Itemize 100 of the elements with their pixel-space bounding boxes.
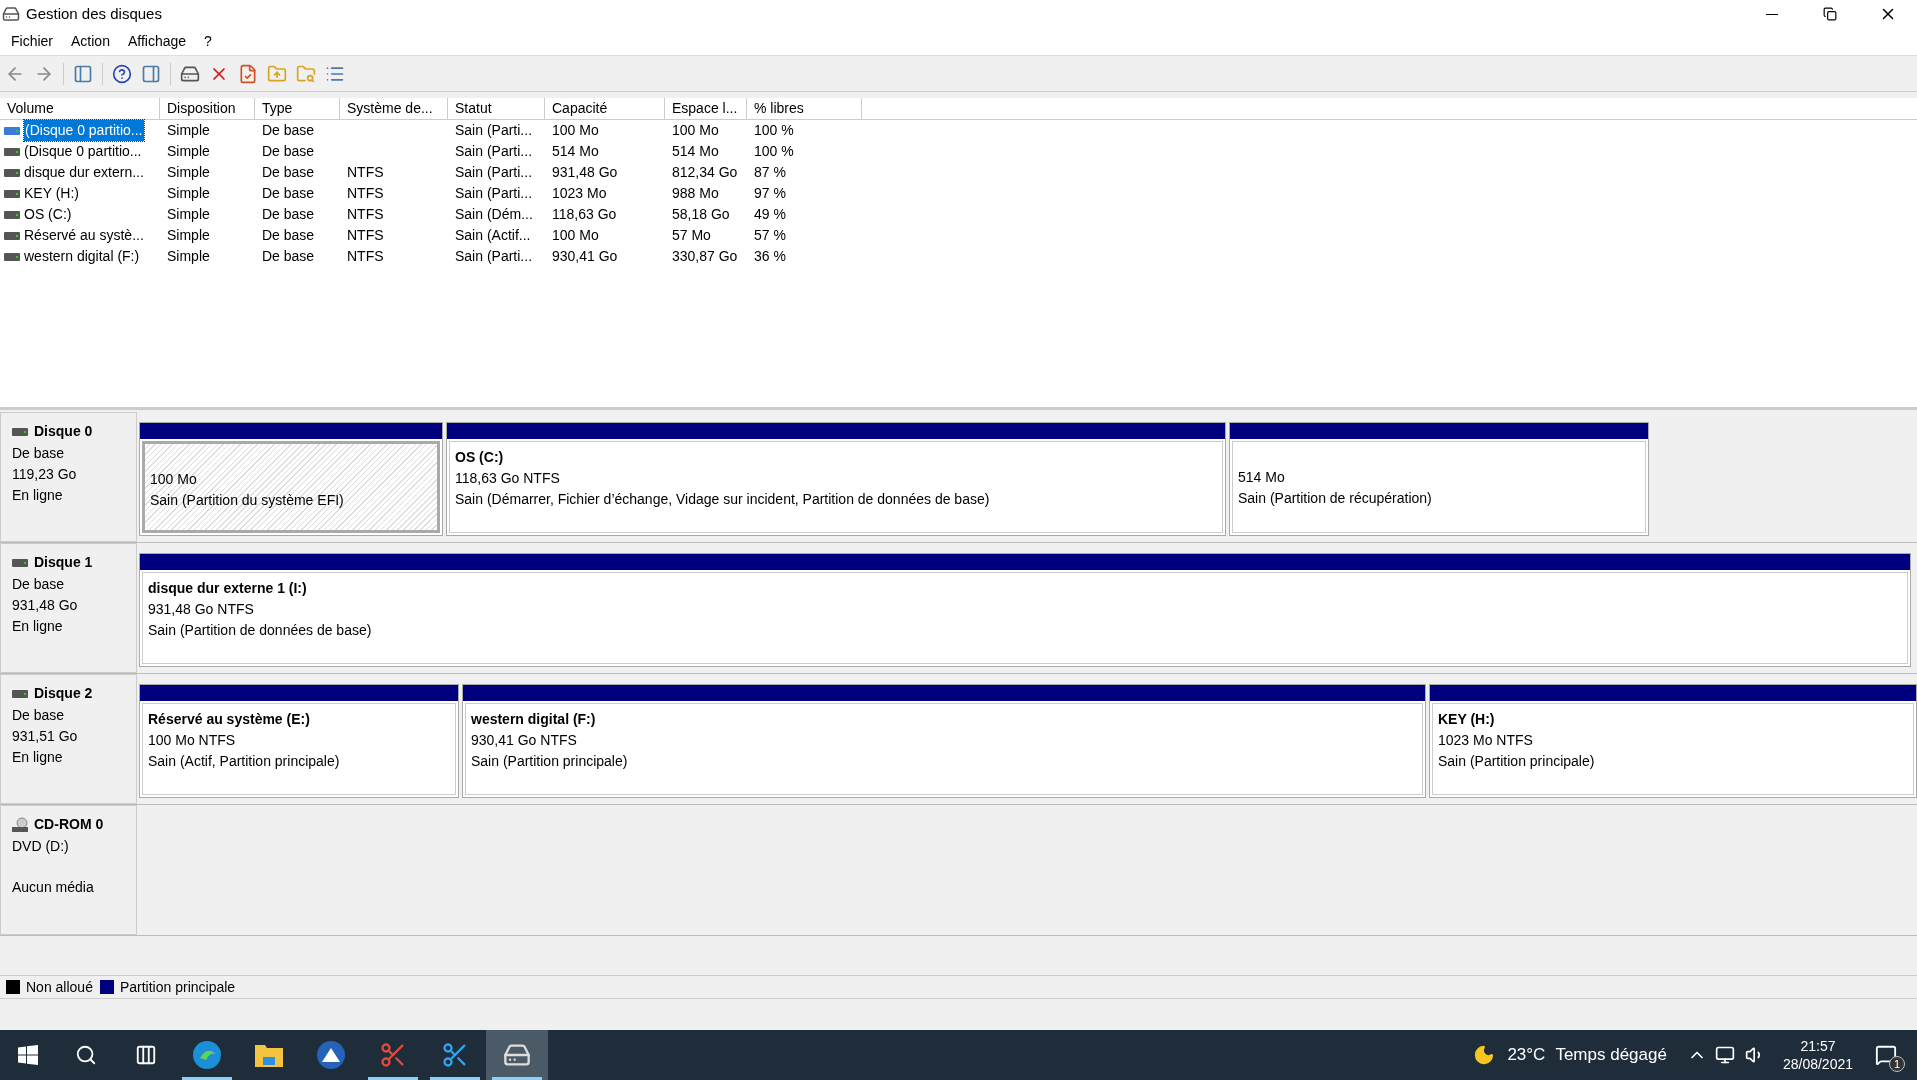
- table-row[interactable]: (Disque 0 partitio... Simple De base Sain (Parti... 100 Mo 100 Mo 100 %: [0, 120, 1917, 141]
- table-cell-text: Simple: [167, 184, 210, 203]
- partition-size: 100 Mo: [150, 470, 198, 489]
- table-cell-text: NTFS: [347, 247, 384, 266]
- table-cell-text: De base: [262, 247, 315, 266]
- table-row[interactable]: disque dur extern... Simple De base NTFS Sain (Parti... 931,48 Go 812,34 Go 87 %: [0, 162, 1917, 183]
- disk-size: 931,51 Go: [12, 727, 79, 746]
- partition-block[interactable]: Réservé au système (E:) 100 Mo NTFS Sain (Actif, Partition principale): [139, 684, 459, 798]
- partition-name: western digital (F:): [471, 710, 597, 729]
- column-header[interactable]: Type: [255, 98, 340, 119]
- partition-status: Sain (Partition du système EFI): [150, 491, 345, 510]
- partition-status: Sain (Partition de données de base): [148, 621, 373, 640]
- menu-item[interactable]: Fichier: [2, 31, 62, 52]
- folder-search-icon: [296, 63, 316, 84]
- table-cell-text: De base: [262, 205, 315, 224]
- partition-block[interactable]: 100 Mo Sain (Partition du système EFI): [139, 422, 443, 536]
- partition-size: 118,63 Go NTFS: [455, 469, 561, 488]
- weather-label: Temps dégagé: [1555, 1044, 1667, 1067]
- table-cell-text: disque dur extern...: [24, 163, 144, 182]
- column-header[interactable]: % libres: [747, 98, 862, 119]
- table-cell-text: 100 Mo: [672, 121, 719, 140]
- table-cell-text: 100 Mo: [552, 121, 599, 140]
- disk-name: Disque 0: [34, 422, 93, 441]
- column-header[interactable]: Statut: [448, 98, 545, 119]
- table-row[interactable]: Réservé au systè... Simple De base NTFS Sain (Actif... 100 Mo 57 Mo 57 %: [0, 225, 1917, 246]
- table-cell-text: Simple: [167, 226, 210, 245]
- column-header[interactable]: Capacité: [545, 98, 665, 119]
- disk-label-panel[interactable]: Disque 1 De base 931,48 Go En ligne: [0, 543, 137, 673]
- disk-size: 931,48 Go: [12, 596, 79, 615]
- restore-icon: [1823, 7, 1837, 21]
- disk-label-panel[interactable]: CD-ROM 0 DVD (D:) Aucun média: [0, 805, 137, 935]
- table-row[interactable]: western digital (F:) Simple De base NTFS Sain (Parti... 930,41 Go 330,87 Go 36 %: [0, 246, 1917, 267]
- table-cell-text: De base: [262, 184, 315, 203]
- table-cell-text: De base: [262, 226, 315, 245]
- table-cell-text: 100 %: [754, 142, 794, 161]
- table-cell-text: 1023 Mo: [552, 184, 607, 203]
- partition-block[interactable]: disque dur externe 1 (I:) 931,48 Go NTFS Sain (Partition de données de base): [139, 553, 1911, 667]
- table-cell-text: 931,48 Go: [552, 163, 618, 182]
- table-cell-text: NTFS: [347, 163, 384, 182]
- menu-item[interactable]: Affichage: [118, 31, 196, 52]
- app-icon: [2, 5, 20, 23]
- partition-block[interactable]: western digital (F:) 930,41 Go NTFS Sain (Partition principale): [462, 684, 1426, 798]
- table-cell-text: Simple: [167, 247, 210, 266]
- table-cell-text: Réservé au systè...: [24, 226, 144, 245]
- disk-size: 119,23 Go: [12, 465, 78, 484]
- table-cell-text: Sain (Parti...: [455, 163, 533, 182]
- table-cell-text: 118,63 Go: [552, 205, 617, 224]
- table-cell-text: 58,18 Go: [672, 205, 730, 224]
- legend-label: Non alloué: [26, 977, 93, 997]
- disk-status: Aucun média: [12, 878, 95, 897]
- column-header[interactable]: Système de...: [340, 98, 448, 119]
- partition-block[interactable]: KEY (H:) 1023 Mo NTFS Sain (Partition principale): [1429, 684, 1917, 798]
- search-icon: [75, 1044, 97, 1066]
- table-cell-text: De base: [262, 163, 315, 182]
- table-cell-text: 97 %: [754, 184, 786, 203]
- drive-icon: [12, 558, 28, 567]
- table-cell-text: 49 %: [754, 205, 786, 224]
- column-header[interactable]: Espace l...: [665, 98, 747, 119]
- disk-label-panel[interactable]: Disque 0 De base 119,23 Go En ligne: [0, 412, 137, 542]
- table-row[interactable]: OS (C:) Simple De base NTFS Sain (Dém... 118,63 Go 58,18 Go 49 %: [0, 204, 1917, 225]
- table-cell-text: western digital (F:): [24, 247, 140, 266]
- column-header[interactable]: Disposition: [160, 98, 255, 119]
- disk-label-panel[interactable]: Disque 2 De base 931,51 Go En ligne: [0, 674, 137, 804]
- notification-count: 1: [1889, 1056, 1905, 1072]
- disc-drive-icon: [12, 816, 28, 833]
- table-row[interactable]: KEY (H:) Simple De base NTFS Sain (Parti... 1023 Mo 988 Mo 97 %: [0, 183, 1917, 204]
- partition-name: OS (C:): [455, 448, 505, 467]
- mountain-logo-icon: [316, 1040, 346, 1070]
- partition-status: Sain (Partition principale): [1438, 752, 1596, 771]
- disk-name: Disque 1: [34, 553, 93, 572]
- disk-type: De base: [12, 575, 66, 594]
- partition-block[interactable]: OS (C:) 118,63 Go NTFS Sain (Démarrer, Fichier d’échange, Vidage sur incident, Partition de données de base): [446, 422, 1226, 536]
- partition-block[interactable]: 514 Mo Sain (Partition de récupération): [1229, 422, 1649, 536]
- drive-icon: [12, 689, 28, 698]
- clock[interactable]: 21:57 28/08/2021: [1782, 1037, 1853, 1073]
- table-row[interactable]: (Disque 0 partitio... Simple De base Sain (Parti... 514 Mo 514 Mo 100 %: [0, 141, 1917, 162]
- notification-button[interactable]: 1: [1875, 1040, 1903, 1070]
- table-cell-text: NTFS: [347, 184, 384, 203]
- table-cell-text: 57 %: [754, 226, 786, 245]
- table-cell-text: De base: [262, 121, 315, 140]
- disk-type: De base: [12, 444, 66, 463]
- notification-icon: [1875, 1044, 1897, 1066]
- drive-icon: [4, 147, 20, 156]
- partition-status: Sain (Actif, Partition principale): [148, 752, 341, 771]
- menu-item[interactable]: ?: [195, 31, 221, 52]
- network-icon[interactable]: [1714, 1045, 1735, 1065]
- partition-size: 1023 Mo NTFS: [1438, 731, 1534, 750]
- table-cell-text: Sain (Parti...: [455, 247, 533, 266]
- partition-status: Sain (Partition principale): [471, 752, 629, 771]
- table-cell-text: OS (C:): [24, 205, 72, 224]
- partition-size: 514 Mo: [1238, 468, 1286, 487]
- table-cell-text: 988 Mo: [672, 184, 719, 203]
- table-cell-text: NTFS: [347, 205, 384, 224]
- table-cell-text: Sain (Dém...: [455, 205, 533, 224]
- drive-icon: [4, 231, 20, 240]
- table-cell-text: Simple: [167, 163, 210, 182]
- table-cell-text: Sain (Parti...: [455, 142, 533, 161]
- clock-time: 21:57: [1800, 1037, 1836, 1055]
- menu-item[interactable]: Action: [62, 31, 119, 52]
- disk-status: En ligne: [12, 486, 64, 505]
